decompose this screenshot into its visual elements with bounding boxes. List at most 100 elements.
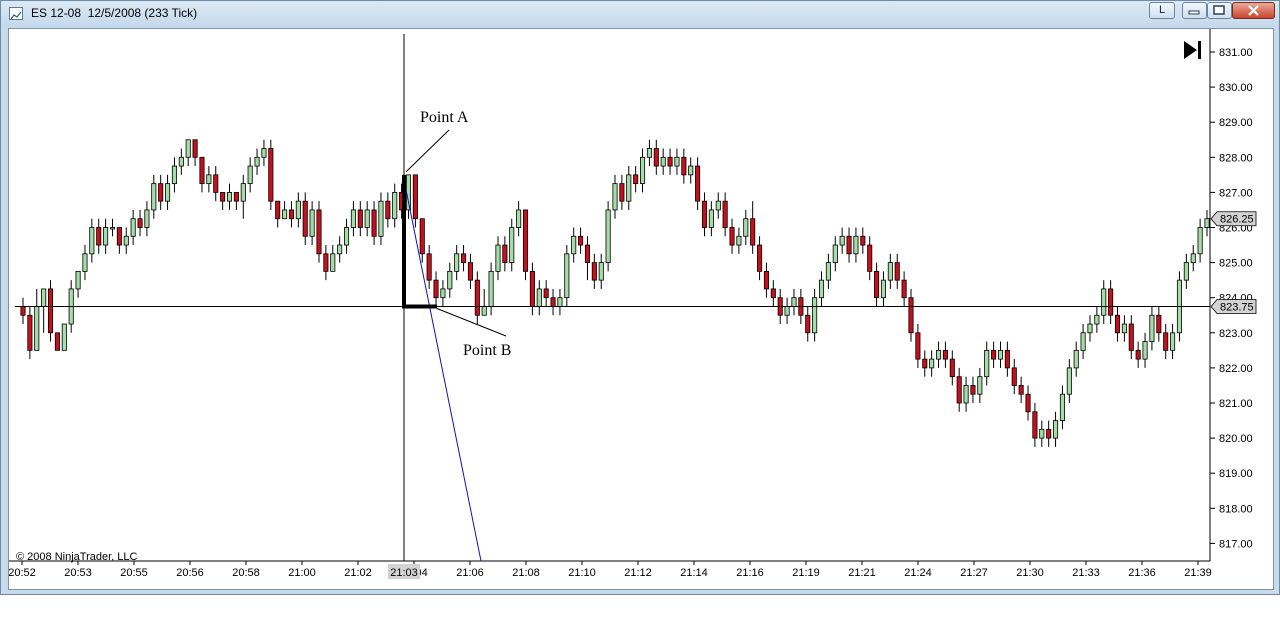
candle-up [784, 306, 790, 316]
candle-up [963, 385, 969, 404]
candle-up [688, 165, 694, 176]
time-tick-label: 21:16 [736, 567, 764, 579]
title-bar[interactable]: ES 12-08 12/5/2008 (233 Tick) L [1, 1, 1279, 27]
chart-panel[interactable]: 831.00 830.00 829.00 828.00 827.00 826.00 825.… [8, 28, 1274, 590]
candle-up [825, 262, 831, 281]
price-chart[interactable]: 831.00830.00829.00828.00827.00826.00825.… [8, 29, 1273, 589]
candle-down [949, 358, 955, 378]
time-tick-label: 21:14 [680, 567, 708, 579]
candle-up [1204, 218, 1210, 228]
time-tick-label: 21:33 [1072, 567, 1100, 579]
candle-down [942, 349, 948, 360]
candle-down [922, 358, 928, 369]
candle-down [412, 174, 418, 220]
candle-up [832, 244, 838, 264]
candle-down [915, 332, 921, 360]
candle-up [378, 200, 384, 237]
candle-down [701, 200, 708, 228]
minimize-button[interactable] [1182, 2, 1207, 19]
price-tick-label: 829.00 [1219, 117, 1253, 129]
skip-to-end-icon[interactable] [1182, 40, 1204, 62]
candle-down [220, 191, 226, 202]
candle-down [805, 314, 811, 334]
candle-up [557, 297, 563, 307]
candle-down [970, 385, 976, 395]
candle-down [874, 270, 880, 299]
candle-down [419, 218, 425, 255]
candle-down [750, 218, 756, 246]
candle-up [660, 156, 666, 167]
candle-down [543, 288, 549, 299]
copyright-text: © 2008 NinjaTrader, LLC [16, 551, 137, 563]
candle-down [323, 253, 329, 272]
candle-down [213, 174, 219, 193]
candle-up [1183, 262, 1189, 281]
maximize-button[interactable] [1207, 2, 1232, 19]
candle-up [1039, 428, 1045, 439]
close-button[interactable] [1232, 2, 1275, 19]
candle-down [584, 244, 590, 264]
price-tick-label: 828.00 [1219, 152, 1253, 164]
minimize-lock-button[interactable]: L [1149, 2, 1175, 19]
candle-up [495, 244, 501, 272]
candle-down [1114, 314, 1121, 334]
candle-down [1135, 349, 1141, 360]
candle-up [240, 183, 246, 202]
candle-up [1101, 288, 1107, 316]
price-tick-label: 827.00 [1219, 187, 1253, 199]
candle-down [901, 279, 907, 299]
time-tick-label: 20:52 [9, 567, 36, 579]
candle-up [488, 270, 494, 307]
candle-down [357, 209, 363, 228]
time-tick-label: 21:02 [344, 567, 372, 579]
candle-down [96, 227, 102, 246]
candle-up [936, 349, 942, 360]
price-tick-label: 831.00 [1219, 47, 1253, 59]
candle-down [385, 200, 391, 220]
candle-down [860, 235, 866, 246]
candle-down [474, 279, 480, 316]
candle-down [48, 288, 54, 334]
candle-down [550, 297, 556, 307]
trend-line[interactable] [402, 174, 482, 562]
candle-up [178, 156, 184, 167]
candle-up [736, 235, 742, 246]
point-b-label: Point B [463, 342, 511, 359]
candle-up [392, 191, 398, 220]
drawing-objects: Point A Point B 826.25 823.75 21:03 [15, 34, 1257, 579]
candle-up [165, 183, 171, 202]
time-tick-label: 21:10 [568, 567, 596, 579]
candle-up [791, 297, 797, 307]
candle-up [536, 288, 542, 307]
candle-up [887, 262, 893, 281]
candle-up [123, 235, 129, 246]
candle-up [984, 349, 990, 378]
candle-up [880, 279, 886, 299]
price-tick-label: 817.00 [1219, 538, 1253, 550]
candle-up [564, 253, 570, 299]
time-tick-label: 21:00 [288, 567, 316, 579]
candle-up [1170, 332, 1176, 351]
time-tick-label: 21:27 [960, 567, 988, 579]
candle-down [894, 262, 900, 281]
candle-up [818, 279, 825, 299]
candle-down [27, 314, 33, 351]
candle-down [722, 200, 728, 228]
candle-down [275, 200, 281, 220]
candle-up [337, 244, 343, 255]
crosshair-price-label: 823.75 [1220, 301, 1254, 313]
candle-up [481, 306, 487, 316]
candle-up [309, 209, 315, 237]
candle-down [116, 227, 122, 246]
candle-down [433, 279, 439, 299]
candle-down [502, 244, 508, 264]
point-a-label: Point A [420, 109, 469, 126]
candle-up [61, 323, 67, 351]
crosshair-time-label: 21:03 [390, 567, 418, 579]
candle-up [605, 209, 611, 263]
candle-up [261, 148, 267, 158]
candle-down [1163, 332, 1169, 351]
candle-up [34, 306, 40, 351]
chart-app-icon [9, 7, 23, 20]
window-title: ES 12-08 12/5/2008 (233 Tick) [31, 6, 198, 20]
